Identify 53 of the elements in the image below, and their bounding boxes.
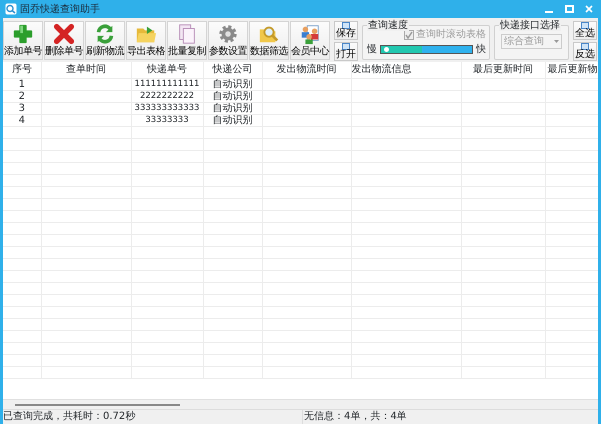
plus-icon xyxy=(12,23,34,45)
slow-label: 慢 xyxy=(367,42,377,57)
table-cell: 333333333333 xyxy=(131,102,203,114)
column-header[interactable]: 快递单号 xyxy=(131,62,203,78)
table-cell: 1 xyxy=(3,78,41,90)
speed-slider[interactable] xyxy=(380,45,473,54)
column-header[interactable]: 序号 xyxy=(3,62,41,78)
caret-icon xyxy=(554,40,559,43)
table-cell: 3 xyxy=(3,102,41,114)
fast-label: 快 xyxy=(476,42,486,57)
column-header[interactable]: 最后更新物 xyxy=(545,62,598,78)
table-cell: 4 xyxy=(3,114,41,126)
column-header[interactable]: 快递公司 xyxy=(203,62,262,78)
select-all-button[interactable]: 全选 xyxy=(573,21,597,40)
table-cell: 自动识别 xyxy=(203,78,262,90)
refresh-icon xyxy=(94,23,116,45)
toolbar-button[interactable]: 参数设置 xyxy=(208,21,248,60)
table-cell: 33333333 xyxy=(131,114,203,126)
column-header[interactable]: 发出物流信息 xyxy=(351,62,461,78)
table-cell: 自动识别 xyxy=(203,90,262,102)
slider-thumb[interactable] xyxy=(384,47,389,52)
toolbar-button[interactable]: 删除单号 xyxy=(44,21,84,60)
table-cell: 自动识别 xyxy=(203,114,262,126)
toolbar-button[interactable]: 数据筛选 xyxy=(249,21,289,60)
toolbar-button[interactable]: 添加单号 xyxy=(3,21,43,60)
gear-icon xyxy=(217,23,239,45)
table-cell: 2222222222 xyxy=(131,90,203,102)
open-button[interactable]: 打开 xyxy=(334,42,358,61)
toolbar-button[interactable]: 导出表格 xyxy=(126,21,166,60)
scrollbar-thumb[interactable] xyxy=(15,404,180,406)
status-text: 已查询完成，共耗时：0.72秒 xyxy=(3,410,136,424)
app-icon xyxy=(5,3,17,15)
column-header[interactable]: 最后更新时间 xyxy=(461,62,545,78)
column-header[interactable]: 发出物流时间 xyxy=(262,62,351,78)
table-cell: 自动识别 xyxy=(203,102,262,114)
toolbar-button[interactable]: 批量复制 xyxy=(167,21,207,60)
close-button[interactable] xyxy=(585,5,593,13)
table-cell: 2 xyxy=(3,90,41,102)
toolbar-button[interactable]: 会员中心 xyxy=(290,21,330,60)
table-cell: 111111111111 xyxy=(131,78,203,90)
maximize-button[interactable] xyxy=(564,5,574,13)
column-header[interactable]: 查单时间 xyxy=(41,62,131,78)
invert-selection-button[interactable]: 反选 xyxy=(573,42,597,61)
group-title: 快递接口选择 xyxy=(499,20,561,31)
save-button[interactable]: 保存 xyxy=(334,21,358,40)
checkbox-label: 查询时滚动表格 xyxy=(416,29,486,40)
group-title: 查询速度 xyxy=(367,20,409,31)
cross-icon xyxy=(53,23,75,45)
people-icon xyxy=(299,23,321,45)
status-text: 无信息：4单，共：4单 xyxy=(302,410,407,424)
toolbar-button[interactable]: 刷新物流 xyxy=(85,21,125,60)
window-title: 固乔快递查询助手 xyxy=(20,2,100,16)
documents-icon xyxy=(176,23,198,45)
